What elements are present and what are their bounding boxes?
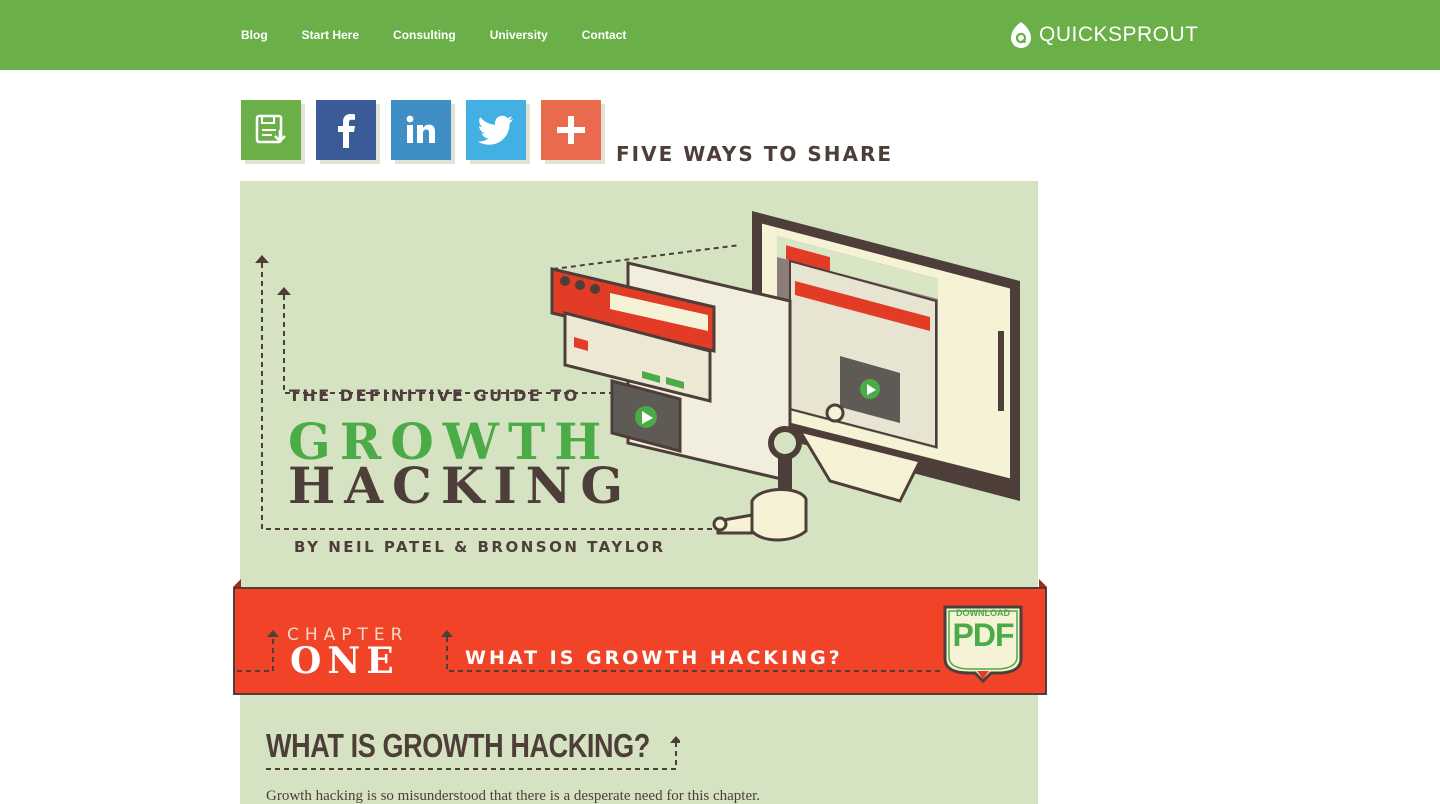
up-arrow-icon	[255, 255, 291, 295]
download-pdf-button[interactable]: DOWNLOAD PDF	[941, 603, 1025, 683]
nav-consulting[interactable]: Consulting	[393, 28, 456, 42]
ribbon-fold-right	[1039, 579, 1047, 587]
linkedin-share-button[interactable]	[391, 100, 455, 164]
more-share-button[interactable]	[541, 100, 605, 164]
q-leaf-icon	[1011, 22, 1031, 48]
pdf-label: PDF	[952, 617, 1015, 653]
hero-title-hacking: HACKING	[288, 456, 633, 515]
hero-kicker: THE DEFINITIVE GUIDE TO	[289, 386, 580, 405]
article-intro: Growth hacking is so misunderstood that …	[266, 788, 761, 804]
linkedin-button-face	[391, 100, 451, 160]
nav-start-here[interactable]: Start Here	[302, 28, 359, 42]
top-navbar: Blog Start Here Consulting University Co…	[0, 0, 1440, 70]
quicksprout-logo[interactable]: QUICKSPROUT	[1010, 20, 1199, 50]
chapter-ribbon: CHAPTER ONE WHAT IS GROWTH HACKING? DOWN…	[233, 587, 1047, 695]
hero-byline: BY NEIL PATEL & BRONSON TAYLOR	[294, 538, 666, 556]
floppy-download-icon	[255, 114, 286, 144]
facebook-button-face	[316, 100, 376, 160]
save-button[interactable]	[241, 100, 305, 164]
twitter-button-face	[466, 100, 526, 160]
up-arrow-icon	[670, 736, 680, 743]
up-arrow-icon	[441, 630, 453, 637]
chapter-number: ONE	[290, 640, 400, 682]
main-nav: Blog Start Here Consulting University Co…	[241, 0, 660, 70]
twitter-icon	[478, 115, 513, 145]
save-button-face	[241, 100, 301, 160]
facebook-share-button[interactable]	[316, 100, 380, 164]
article-body: WHAT IS GROWTH HACKING? Growth hacking i…	[240, 695, 1038, 804]
linkedin-icon	[406, 115, 435, 143]
chapter-title: WHAT IS GROWTH HACKING?	[465, 647, 843, 669]
plus-icon	[557, 116, 585, 144]
nav-university[interactable]: University	[490, 28, 548, 42]
share-label: FIVE WAYS TO SHARE	[616, 142, 894, 166]
nav-blog[interactable]: Blog	[241, 28, 268, 42]
up-arrow-icon	[267, 630, 279, 637]
logo-text: QUICKSPROUT	[1039, 23, 1199, 46]
nav-contact[interactable]: Contact	[582, 28, 627, 42]
more-button-face	[541, 100, 601, 160]
ribbon-fold-left	[233, 579, 241, 587]
share-bar: FIVE WAYS TO SHARE	[241, 100, 891, 166]
hero-banner: THE DEFINITIVE GUIDE TO GROWTH HACKING B…	[240, 181, 1038, 601]
twitter-share-button[interactable]	[466, 100, 530, 164]
facebook-icon	[338, 114, 355, 148]
